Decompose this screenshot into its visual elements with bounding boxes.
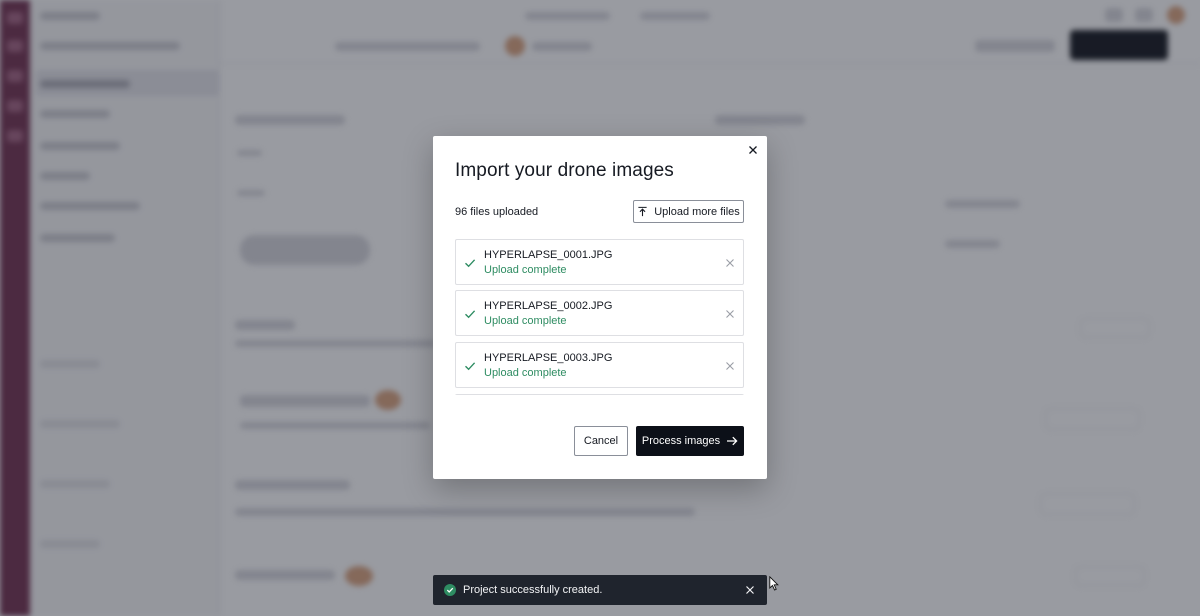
file-status: Upload complete bbox=[484, 315, 567, 327]
process-images-button[interactable]: Process images bbox=[636, 426, 744, 456]
app-window: Import your drone images 96 files upload… bbox=[0, 0, 1200, 616]
toast-notification: Project successfully created. bbox=[433, 575, 767, 605]
file-list-item-partial bbox=[455, 394, 744, 395]
file-name: HYPERLAPSE_0003.JPG bbox=[484, 352, 613, 364]
file-name: HYPERLAPSE_0001.JPG bbox=[484, 249, 613, 261]
files-uploaded-count: 96 files uploaded bbox=[455, 206, 539, 218]
file-list-item: HYPERLAPSE_0002.JPG Upload complete bbox=[455, 290, 744, 336]
import-images-modal: Import your drone images 96 files upload… bbox=[433, 136, 767, 479]
toast-close-icon[interactable] bbox=[745, 585, 755, 595]
mouse-cursor-icon bbox=[769, 576, 779, 591]
remove-file-icon[interactable] bbox=[725, 258, 735, 268]
file-list-item: HYPERLAPSE_0003.JPG Upload complete bbox=[455, 342, 744, 388]
remove-file-icon[interactable] bbox=[725, 309, 735, 319]
process-images-label: Process images bbox=[641, 435, 721, 447]
file-status: Upload complete bbox=[484, 367, 567, 379]
file-status: Upload complete bbox=[484, 264, 567, 276]
remove-file-icon[interactable] bbox=[725, 361, 735, 371]
upload-icon bbox=[638, 206, 647, 217]
modal-title: Import your drone images bbox=[455, 160, 674, 181]
success-check-icon bbox=[444, 584, 456, 596]
file-list-item: HYPERLAPSE_0001.JPG Upload complete bbox=[455, 239, 744, 285]
check-icon bbox=[464, 257, 476, 269]
check-icon bbox=[464, 308, 476, 320]
file-name: HYPERLAPSE_0002.JPG bbox=[484, 300, 613, 312]
upload-more-files-label: Upload more files bbox=[654, 205, 740, 218]
file-list[interactable]: HYPERLAPSE_0001.JPG Upload complete HYPE… bbox=[455, 239, 744, 395]
toast-message: Project successfully created. bbox=[463, 584, 603, 596]
arrow-right-icon bbox=[727, 436, 738, 446]
cancel-button[interactable]: Cancel bbox=[574, 426, 628, 456]
close-icon[interactable] bbox=[745, 142, 761, 158]
check-icon bbox=[464, 360, 476, 372]
upload-more-files-button[interactable]: Upload more files bbox=[633, 200, 744, 223]
